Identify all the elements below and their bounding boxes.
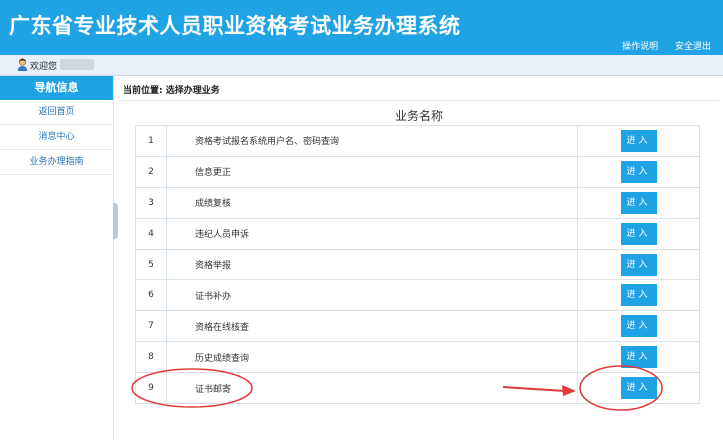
enter-button[interactable]: 进入 [620, 346, 657, 369]
business-name: 成绩复核 [166, 186, 578, 219]
action-cell: 进入 [577, 217, 700, 250]
header-links: 操作说明 安全退出 [608, 39, 711, 52]
enter-button[interactable]: 进入 [620, 253, 657, 276]
help-link[interactable]: 操作说明 [622, 42, 658, 52]
logout-link[interactable]: 安全退出 [675, 42, 711, 52]
username-redacted [60, 59, 94, 70]
business-name: 证书邮寄 [166, 372, 578, 405]
app-title: 广东省专业技术人员职业资格考试业务办理系统 [9, 14, 461, 38]
table-row: 4 违纪人员申诉 进入 [135, 217, 700, 250]
enter-button[interactable]: 进入 [620, 284, 657, 307]
table-row: 6 证书补办 进入 [135, 279, 700, 312]
table-row: 3 成绩复核 进入 [135, 186, 700, 219]
enter-button[interactable]: 进入 [620, 377, 657, 400]
action-cell: 进入 [577, 125, 700, 157]
action-cell: 进入 [577, 155, 700, 188]
business-name: 信息更正 [166, 155, 578, 188]
welcome-bar: 欢迎您 [0, 55, 723, 76]
action-cell: 进入 [577, 341, 700, 374]
app-header: 广东省专业技术人员职业资格考试业务办理系统 操作说明 安全退出 [0, 0, 723, 55]
table-row: 5 资格举报 进入 [135, 248, 700, 281]
sidebar-item-home[interactable]: 返回首页 [0, 100, 113, 125]
business-name: 证书补办 [166, 279, 578, 312]
row-number: 7 [135, 310, 167, 343]
business-name: 资格考试报名系统用户名、密码查询 [166, 125, 578, 157]
enter-button[interactable]: 进入 [620, 129, 657, 152]
enter-button[interactable]: 进入 [620, 315, 657, 338]
row-number: 9 [135, 372, 167, 405]
sidebar-item-messages[interactable]: 消息中心 [0, 125, 113, 150]
action-cell: 进入 [577, 279, 700, 312]
table-row: 9 证书邮寄 进入 [135, 372, 700, 405]
sidebar-item-guide[interactable]: 业务办理指南 [0, 150, 113, 175]
row-number: 1 [135, 125, 167, 157]
business-name: 资格举报 [166, 248, 578, 281]
breadcrumb-bar: 当前位置: 选择办理业务 [119, 76, 719, 101]
table-row: 1 资格考试报名系统用户名、密码查询 进入 [135, 125, 700, 157]
enter-button[interactable]: 进入 [620, 160, 657, 183]
row-number: 5 [135, 248, 167, 281]
main-content: 当前位置: 选择办理业务 业务名称 1 资格考试报名系统用户名、密码查询 进入 2 信息… [119, 76, 723, 440]
table-row: 2 信息更正 进入 [135, 155, 700, 188]
action-cell: 进入 [577, 186, 700, 219]
sidebar-title: 导航信息 [0, 76, 113, 100]
table-row: 8 历史成绩查询 进入 [135, 341, 700, 374]
enter-button[interactable]: 进入 [620, 191, 657, 214]
row-number: 4 [135, 217, 167, 250]
sidebar-collapse-handle[interactable] [113, 203, 118, 239]
business-name: 资格在线核查 [166, 310, 578, 343]
table-row: 7 资格在线核查 进入 [135, 310, 700, 343]
action-cell: 进入 [577, 310, 700, 343]
row-number: 6 [135, 279, 167, 312]
user-avatar-icon [17, 58, 28, 71]
business-table: 1 资格考试报名系统用户名、密码查询 进入 2 信息更正 进入 3 成绩复核 进入 4 违纪人员申诉… [135, 125, 700, 405]
enter-button[interactable]: 进入 [620, 222, 657, 245]
breadcrumb: 当前位置: 选择办理业务 [123, 86, 220, 96]
table-title: 业务名称 [394, 109, 443, 123]
row-number: 2 [135, 155, 167, 188]
action-cell: 进入 [577, 372, 700, 405]
row-number: 8 [135, 341, 167, 374]
action-cell: 进入 [577, 248, 700, 281]
row-number: 3 [135, 186, 167, 219]
sidebar: 导航信息 返回首页 消息中心 业务办理指南 [0, 76, 114, 440]
business-name: 历史成绩查询 [166, 341, 578, 374]
welcome-text: 欢迎您 [30, 62, 58, 72]
business-name: 违纪人员申诉 [166, 217, 578, 250]
